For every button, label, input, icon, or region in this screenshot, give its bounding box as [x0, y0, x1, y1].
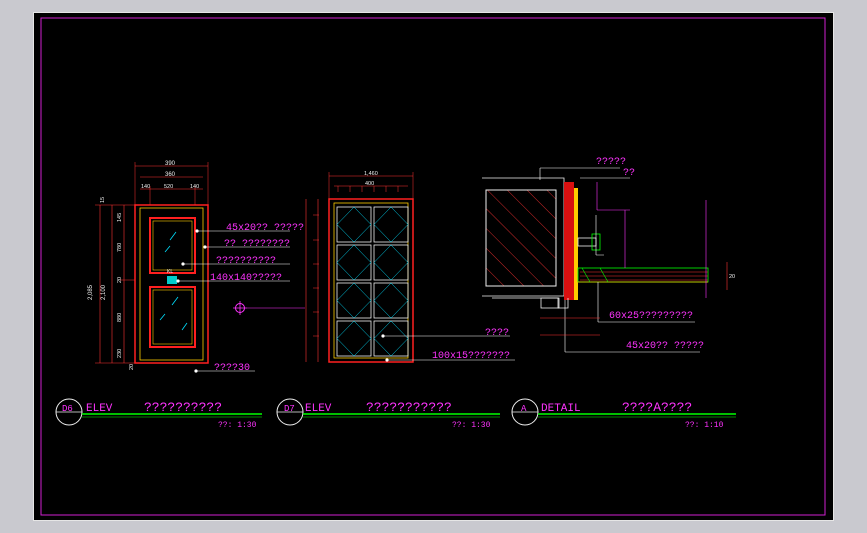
detail-a-title: ????A????	[622, 400, 692, 415]
d7-glass-panel	[373, 244, 409, 281]
detail-note-top: ?????	[596, 157, 626, 168]
title-d7: D7 ELEV ??????????? ??: 1:30	[276, 398, 500, 430]
d7-panel-bevel	[373, 282, 409, 319]
d6-dim-left-upper: 780	[117, 243, 123, 252]
door-d6-elevation: KL 390 360 140 520 140 2,085 2,100 15 14…	[88, 161, 305, 374]
d7-panel-bevel	[373, 244, 409, 281]
title-d6: D6 ELEV ?????????? ??: 1:30	[55, 398, 262, 430]
detail-a-scale: ??: 1:10	[685, 421, 724, 430]
d6-dim-left-overall: 2,085	[88, 284, 94, 300]
d6-note-panel: ?? ????????	[224, 239, 290, 250]
detail-a-tag: A	[521, 404, 527, 414]
d6-dim-left-bottom: 230	[117, 349, 123, 358]
d7-tag: D7	[284, 404, 295, 414]
inner-frame	[40, 17, 826, 516]
svg-text:KL: KL	[167, 269, 173, 275]
d6-dim-top-left: 140	[141, 184, 150, 190]
cad-drawing: KL 390 360 140 520 140 2,085 2,100 15 14…	[40, 17, 826, 516]
d7-panel-bevel	[336, 206, 372, 243]
d6-note-glass: ??????????	[216, 256, 276, 267]
d7-panel-bevel	[336, 282, 372, 319]
d7-title: ???????????	[366, 400, 452, 415]
d6-dim-top-overall: 390	[165, 161, 176, 167]
d7-glass-panel	[336, 206, 372, 243]
d6-dim-top-mid: 520	[164, 184, 173, 190]
title-detail-a: A DETAIL ????A???? ??: 1:10	[511, 398, 736, 430]
d7-panel-bevel	[336, 244, 372, 281]
detail-wall-block	[485, 189, 557, 287]
d6-dim-left-sill: 20	[129, 364, 135, 370]
detail-note-floor: 60x25?????????	[609, 311, 693, 322]
detail-a-section: 20 ????? ?? 60x25????????? 45x20?? ?????	[482, 157, 735, 353]
d7-panel-bevel	[336, 320, 372, 357]
d7-glass-panel	[373, 282, 409, 319]
d6-note-lock: 140x140?????	[210, 273, 282, 284]
svg-text:20: 20	[729, 274, 735, 280]
d7-panel-bevel	[373, 206, 409, 243]
d7-dim-top-inner: 400	[365, 181, 374, 187]
d6-dim-left-frame: 2,100	[101, 284, 107, 300]
d6-dim-left-top-gap: 15	[100, 197, 106, 203]
detail-note-trim: 45x20?? ?????	[626, 341, 704, 352]
d7-glass-panel	[373, 206, 409, 243]
d6-tag: D6	[62, 404, 73, 414]
door-d7-elevation: 1,460 400 ???? 100x15???????	[305, 171, 515, 363]
d7-scale: ??: 1:30	[452, 421, 491, 430]
d6-lock-block	[167, 276, 177, 284]
d7-note-panel: ????	[485, 328, 509, 339]
d7-panel-bevel	[373, 320, 409, 357]
d6-note-trim: 45x20?? ?????	[226, 223, 304, 234]
d7-glass-panel	[336, 244, 372, 281]
d6-upper-panel	[149, 217, 196, 274]
d6-dim-left-rail: 145	[117, 213, 123, 222]
d6-dim-left-lower: 880	[117, 313, 123, 322]
d6-lower-panel	[149, 286, 196, 348]
detail-door-jamb	[564, 182, 574, 300]
d7-glass-panel	[336, 320, 372, 357]
d6-scale: ??: 1:30	[218, 421, 257, 430]
d7-dim-top-overall: 1,460	[364, 171, 378, 177]
d6-note-bottom: ????30	[214, 363, 250, 374]
d6-dim-top-inner: 360	[165, 172, 176, 178]
d7-note-trim: 100x15???????	[432, 351, 510, 362]
d6-title: ??????????	[144, 400, 222, 415]
d7-glass-panel	[373, 320, 409, 357]
d7-glass-panel	[336, 282, 372, 319]
detail-note-edge: ??	[623, 168, 635, 179]
d6-dim-top-right: 140	[190, 184, 199, 190]
d6-dim-left-lock: 20	[117, 277, 123, 283]
